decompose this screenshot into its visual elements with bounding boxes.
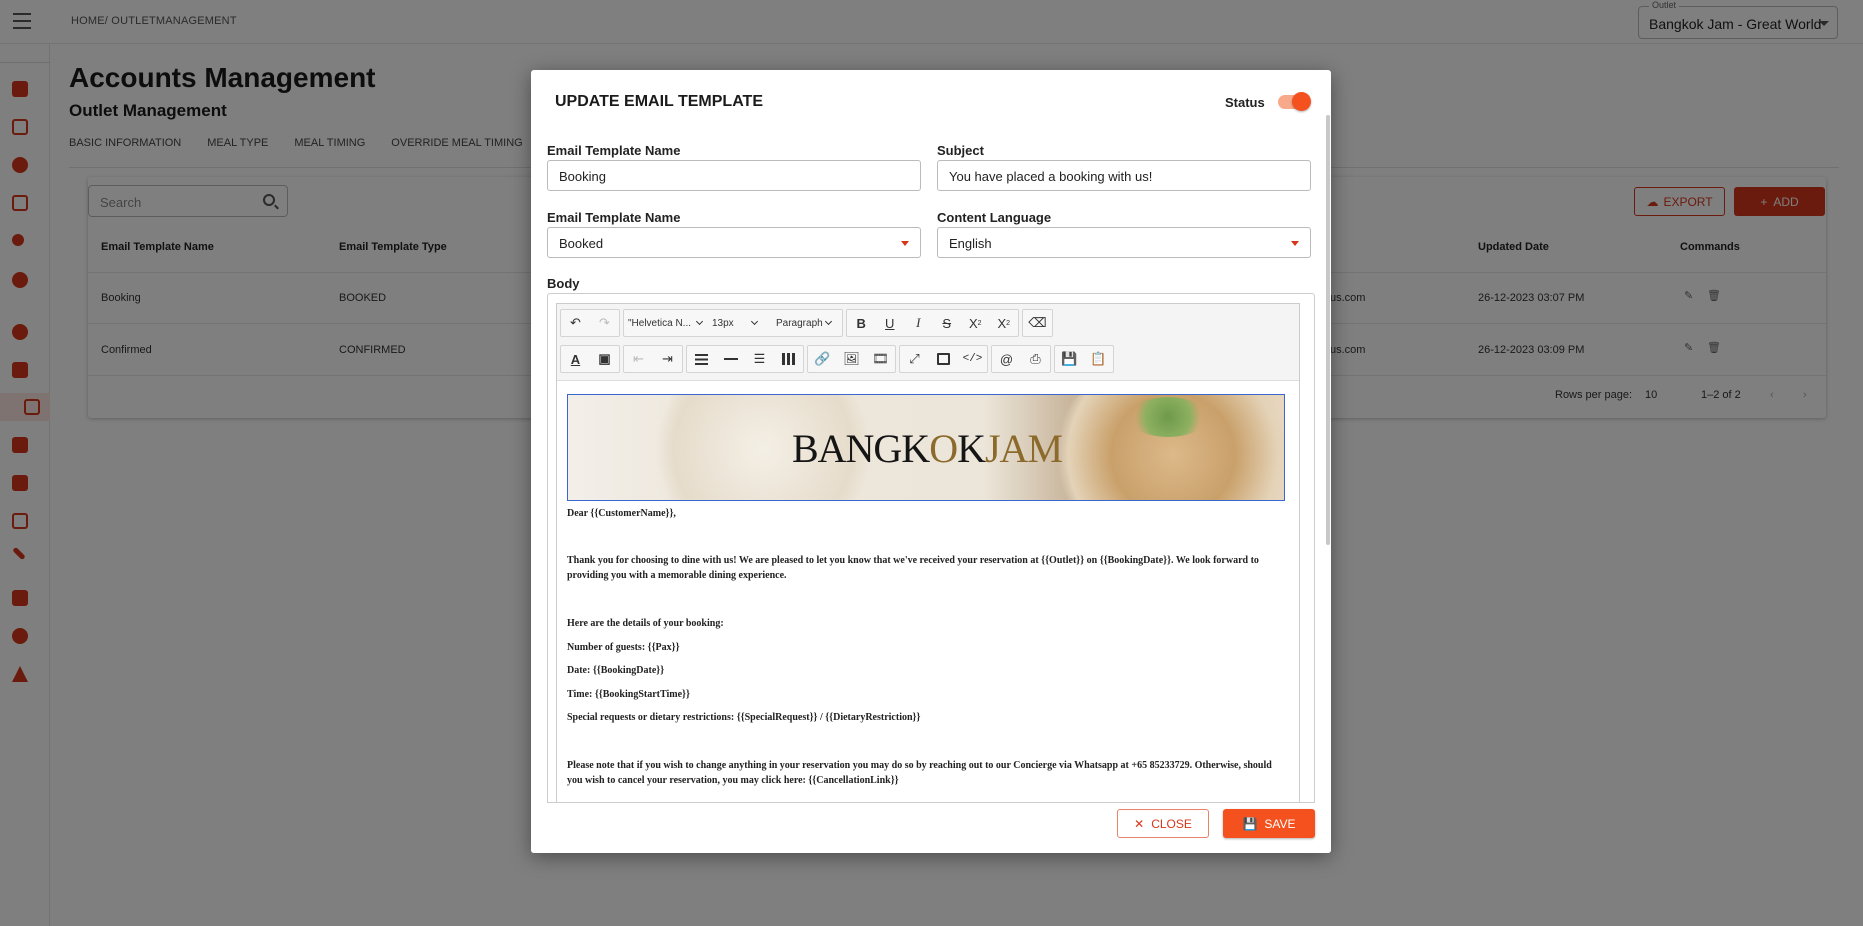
font-size-value: 13px [712, 317, 734, 329]
close-button-label: CLOSE [1151, 816, 1192, 831]
link-icon[interactable]: 🔗 [808, 346, 837, 372]
align-left-glyph [695, 353, 708, 365]
eraser-icon[interactable]: ⌫ [1023, 310, 1052, 336]
preview-icon[interactable] [929, 346, 958, 372]
clear-format-group: ⌫ [1022, 309, 1053, 337]
block-format-select[interactable]: Paragraph [772, 310, 842, 336]
video-icon[interactable]: 🎞 [866, 346, 895, 372]
block-format-value: Paragraph [776, 317, 823, 329]
editor-content[interactable]: BANGKOKJAM Dear {{CustomerName}}, Thank … [557, 382, 1299, 802]
template-name-value: Booking [559, 169, 606, 184]
horizontal-rule-icon[interactable] [716, 346, 745, 372]
text-style-group: B U I S X2 X2 [846, 309, 1019, 337]
dialog-footer [531, 805, 1331, 853]
print-icon[interactable]: ⎙ [1021, 346, 1050, 372]
text-color-icon[interactable]: A [561, 346, 590, 372]
image-icon[interactable]: 🖼 [837, 346, 866, 372]
template-type-value: Booked [559, 236, 604, 251]
close-icon: ✕ [1134, 816, 1145, 831]
email-details-heading: Here are the details of your booking: [567, 618, 724, 629]
save-button[interactable]: 💾 SAVE [1223, 809, 1315, 838]
subscript-icon[interactable]: X2 [961, 310, 990, 336]
logo-text-part: JAM [984, 426, 1063, 471]
close-button[interactable]: ✕ CLOSE [1117, 809, 1209, 838]
body-editor: ↶ ↷ "Helvetica N... 13px Paragraph B U I… [547, 293, 1315, 803]
bangkok-jam-logo: BANGKOKJAM [568, 425, 1284, 472]
underline-icon[interactable]: U [876, 310, 905, 336]
history-group: ↶ ↷ [560, 309, 620, 337]
strikethrough-icon[interactable]: S [933, 310, 962, 336]
indent-group: ⇤ ⇥ [623, 345, 683, 373]
mention-icon[interactable]: @ [992, 346, 1021, 372]
email-cancellation-paragraph: Please note that if you wish to change a… [567, 760, 1272, 786]
font-size-select[interactable]: 13px [708, 310, 772, 336]
save-group: 💾 📋 [1054, 345, 1114, 373]
numbered-list-icon[interactable]: ☰ [745, 346, 774, 372]
logo-text-part: K [957, 426, 986, 471]
body-label: Body [547, 276, 580, 291]
email-greeting: Dear {{CustomerName}}, [567, 508, 676, 519]
dialog-title: UPDATE EMAIL TEMPLATE [555, 93, 763, 110]
chevron-down-icon [1291, 241, 1299, 246]
chevron-down-icon [901, 241, 909, 246]
misc-group: @ ⎙ [991, 345, 1051, 373]
content-language-value: English [949, 236, 992, 251]
paragraph-group: ☰ [686, 345, 804, 373]
align-left-icon[interactable] [687, 346, 716, 372]
template-type-label: Email Template Name [547, 210, 681, 225]
subject-input[interactable]: You have placed a booking with us! [937, 160, 1311, 191]
editor-toolbar: ↶ ↷ "Helvetica N... 13px Paragraph B U I… [557, 304, 1299, 381]
horizontal-rule-glyph [723, 358, 738, 360]
template-type-select[interactable]: Booked [547, 227, 921, 258]
status-label: Status [1225, 95, 1265, 110]
superscript-icon[interactable]: X2 [990, 310, 1019, 336]
chevron-down-icon [750, 317, 758, 326]
email-detail-requests: Special requests or dietary restrictions… [567, 712, 921, 723]
save-button-label: SAVE [1264, 816, 1296, 831]
content-language-select[interactable]: English [937, 227, 1311, 258]
undo-icon[interactable]: ↶ [561, 310, 590, 336]
code-view-icon[interactable]: </> [958, 346, 987, 372]
email-detail-time: Time: {{BookingStartTime}} [567, 689, 690, 700]
content-language-label: Content Language [937, 210, 1052, 225]
chevron-down-icon [695, 317, 704, 326]
email-detail-date: Date: {{BookingDate}} [567, 665, 665, 676]
insert-group: 🔗 🖼 🎞 [807, 345, 896, 373]
subject-label: Subject [937, 143, 984, 158]
logo-text-part: O [929, 426, 958, 471]
template-name-label: Email Template Name [547, 143, 681, 158]
save-icon[interactable]: 💾 [1055, 346, 1084, 372]
italic-icon[interactable]: I [904, 310, 933, 336]
chevron-down-icon [824, 317, 832, 326]
highlight-color-icon[interactable]: ▣ [590, 346, 619, 372]
color-group: A ▣ [560, 345, 620, 373]
subject-value: You have placed a booking with us! [949, 169, 1153, 184]
view-group: ⤢ </> [899, 345, 988, 373]
email-intro-paragraph: Thank you for choosing to dine with us! … [567, 555, 1259, 581]
indent-icon[interactable]: ⇥ [653, 346, 682, 372]
save-icon: 💾 [1242, 816, 1258, 831]
logo-text-part: BANGK [791, 426, 930, 471]
bangkok-jam-banner-image[interactable]: BANGKOKJAM [567, 394, 1285, 501]
font-family-value: "Helvetica N... [628, 317, 692, 329]
template-name-input[interactable]: Booking [547, 160, 921, 191]
table-glyph [782, 353, 795, 365]
font-family-select[interactable]: "Helvetica N... [624, 310, 708, 336]
bold-icon[interactable]: B [847, 310, 876, 336]
template-icon[interactable]: 📋 [1084, 346, 1113, 372]
format-select-group: "Helvetica N... 13px Paragraph [623, 309, 843, 337]
table-icon[interactable] [774, 346, 803, 372]
status-toggle[interactable] [1278, 92, 1311, 111]
email-detail-guests: Number of guests: {{Pax}} [567, 642, 680, 653]
preview-glyph [937, 353, 950, 365]
dialog-scrollbar[interactable] [1326, 115, 1330, 545]
outdent-icon[interactable]: ⇤ [624, 346, 653, 372]
fullscreen-icon[interactable]: ⤢ [900, 346, 929, 372]
editor-frame: ↶ ↷ "Helvetica N... 13px Paragraph B U I… [556, 303, 1300, 802]
update-email-template-dialog: UPDATE EMAIL TEMPLATE Status Email Templ… [531, 70, 1331, 853]
redo-icon[interactable]: ↷ [590, 310, 619, 336]
